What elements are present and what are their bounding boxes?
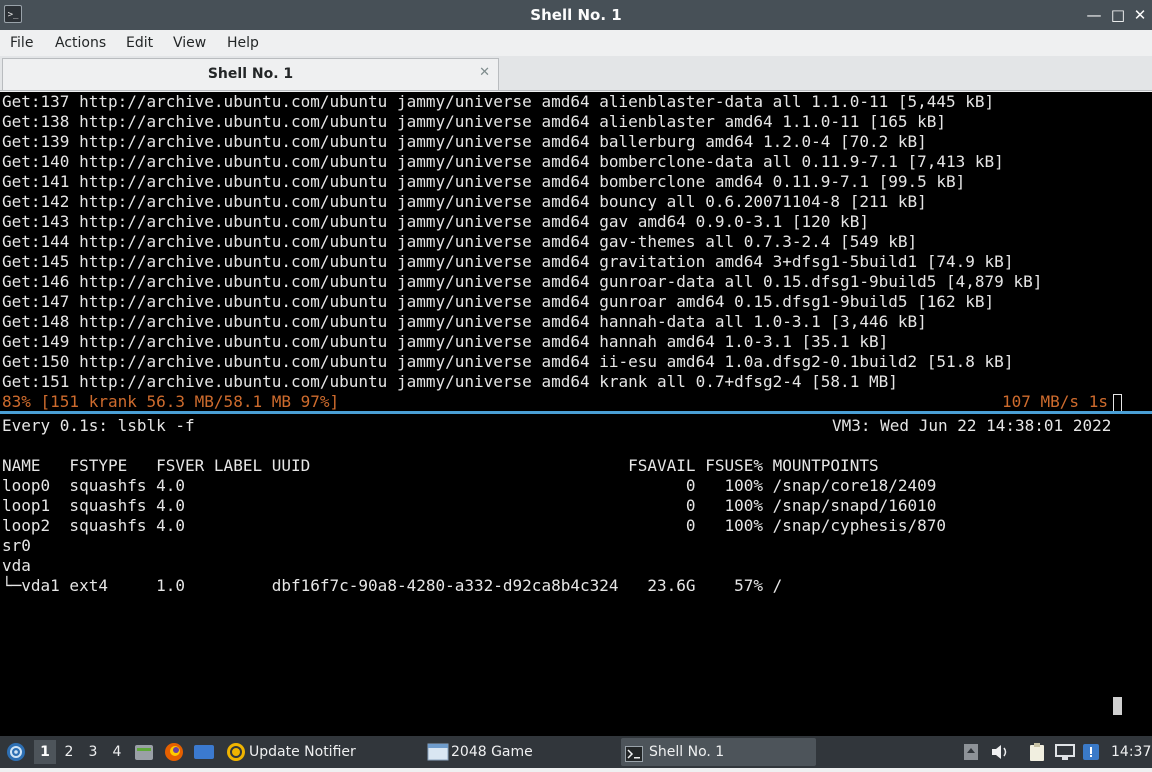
maximize-button[interactable]: □: [1108, 5, 1128, 25]
terminal-line: Get:149 http://archive.ubuntu.com/ubuntu…: [2, 332, 889, 351]
terminal-line: Get:143 http://archive.ubuntu.com/ubuntu…: [2, 212, 869, 231]
task-label: Update Notifier: [249, 744, 356, 760]
task-shell-no-1[interactable]: Shell No. 1: [621, 738, 816, 766]
tab-close-icon[interactable]: ✕: [479, 65, 490, 80]
menu-actions[interactable]: Actions: [55, 30, 106, 56]
lsblk-row: vda: [2, 556, 31, 575]
terminal-line: Get:138 http://archive.ubuntu.com/ubuntu…: [2, 112, 947, 131]
notification-icon[interactable]: [1082, 743, 1100, 765]
desktop-3[interactable]: 3: [82, 740, 104, 764]
terminal-line: Get:139 http://archive.ubuntu.com/ubuntu…: [2, 132, 927, 151]
download-progress: 83% [151 krank 56.3 MB/58.1 MB 97%]: [2, 392, 340, 411]
watch-command: Every 0.1s: lsblk -f: [2, 416, 195, 435]
terminal-line: Get:147 http://archive.ubuntu.com/ubuntu…: [2, 292, 995, 311]
terminal-line: Get:151 http://archive.ubuntu.com/ubuntu…: [2, 372, 898, 391]
terminal-line: Get:142 http://archive.ubuntu.com/ubuntu…: [2, 192, 927, 211]
firefox-icon[interactable]: [164, 742, 184, 766]
desktop-1[interactable]: 1: [34, 740, 56, 764]
tray-arrow-icon[interactable]: [963, 743, 979, 765]
terminal-pane-bottom[interactable]: Every 0.1s: lsblk -f VM3: Wed Jun 22 14:…: [0, 414, 1152, 736]
lsblk-row: loop2 squashfs 4.0 0 100% /snap/cyphesis…: [2, 516, 947, 535]
desktop-2[interactable]: 2: [58, 740, 80, 764]
download-speed: 107 MB/s 1s: [1002, 392, 1108, 411]
task-label: 2048 Game: [451, 744, 533, 760]
game-window-icon: [427, 743, 449, 771]
text-cursor: [1113, 697, 1122, 715]
terminal-line: Get:146 http://archive.ubuntu.com/ubuntu…: [2, 272, 1043, 291]
minimize-button[interactable]: —: [1084, 5, 1104, 25]
terminal-line: Get:141 http://archive.ubuntu.com/ubuntu…: [2, 172, 966, 191]
tab-shell-1[interactable]: Shell No. 1 ✕: [2, 58, 499, 90]
tab-label: Shell No. 1: [207, 66, 294, 82]
menu-view[interactable]: View: [173, 30, 206, 56]
lsblk-row: └─vda1 ext4 1.0 dbf16f7c-90a8-4280-a332-…: [2, 576, 783, 595]
window-title: Shell No. 1: [530, 6, 622, 24]
terminal-line: Get:145 http://archive.ubuntu.com/ubuntu…: [2, 252, 1014, 271]
taskbar: 1 2 3 4 Update Notifier 2048 Game Shell …: [0, 736, 1152, 768]
terminal-pane-top[interactable]: Get:137 http://archive.ubuntu.com/ubuntu…: [0, 92, 1152, 411]
close-button[interactable]: ✕: [1130, 5, 1150, 25]
terminal-line: Get:137 http://archive.ubuntu.com/ubuntu…: [2, 92, 995, 111]
watch-status: VM3: Wed Jun 22 14:38:01 2022: [832, 416, 1112, 435]
network-icon[interactable]: [1054, 743, 1076, 765]
terminal-line: Get:144 http://archive.ubuntu.com/ubuntu…: [2, 232, 918, 251]
lsblk-row: loop1 squashfs 4.0 0 100% /snap/snapd/16…: [2, 496, 937, 515]
desktop-4[interactable]: 4: [106, 740, 128, 764]
clipboard-icon[interactable]: [1028, 742, 1046, 766]
terminal-line: Get:140 http://archive.ubuntu.com/ubuntu…: [2, 152, 1004, 171]
task-update-notifier[interactable]: Update Notifier: [222, 738, 412, 766]
terminal-line: Get:150 http://archive.ubuntu.com/ubuntu…: [2, 352, 1014, 371]
terminal-line: Get:148 http://archive.ubuntu.com/ubuntu…: [2, 312, 927, 331]
clock[interactable]: 14:37: [1111, 736, 1151, 768]
menu-file[interactable]: File: [10, 30, 33, 56]
window-titlebar: >_ Shell No. 1 — □ ✕: [0, 0, 1152, 30]
lsblk-header: NAME FSTYPE FSVER LABEL UUID FSAVAIL FSU…: [2, 456, 879, 475]
text-cursor: [1113, 394, 1122, 411]
volume-icon[interactable]: [990, 743, 1010, 765]
start-menu-icon[interactable]: [6, 742, 26, 766]
menu-edit[interactable]: Edit: [126, 30, 153, 56]
lsblk-row: loop0 squashfs 4.0 0 100% /snap/core18/2…: [2, 476, 937, 495]
menu-bar: File Actions Edit View Help: [0, 30, 1152, 56]
lsblk-row: sr0: [2, 536, 31, 555]
menu-help[interactable]: Help: [227, 30, 259, 56]
tab-bar: Shell No. 1 ✕: [0, 56, 1152, 91]
show-desktop-icon[interactable]: [193, 743, 215, 765]
task-label: Shell No. 1: [649, 744, 725, 760]
file-manager-icon[interactable]: [134, 743, 154, 765]
task-2048-game[interactable]: 2048 Game: [424, 738, 614, 766]
